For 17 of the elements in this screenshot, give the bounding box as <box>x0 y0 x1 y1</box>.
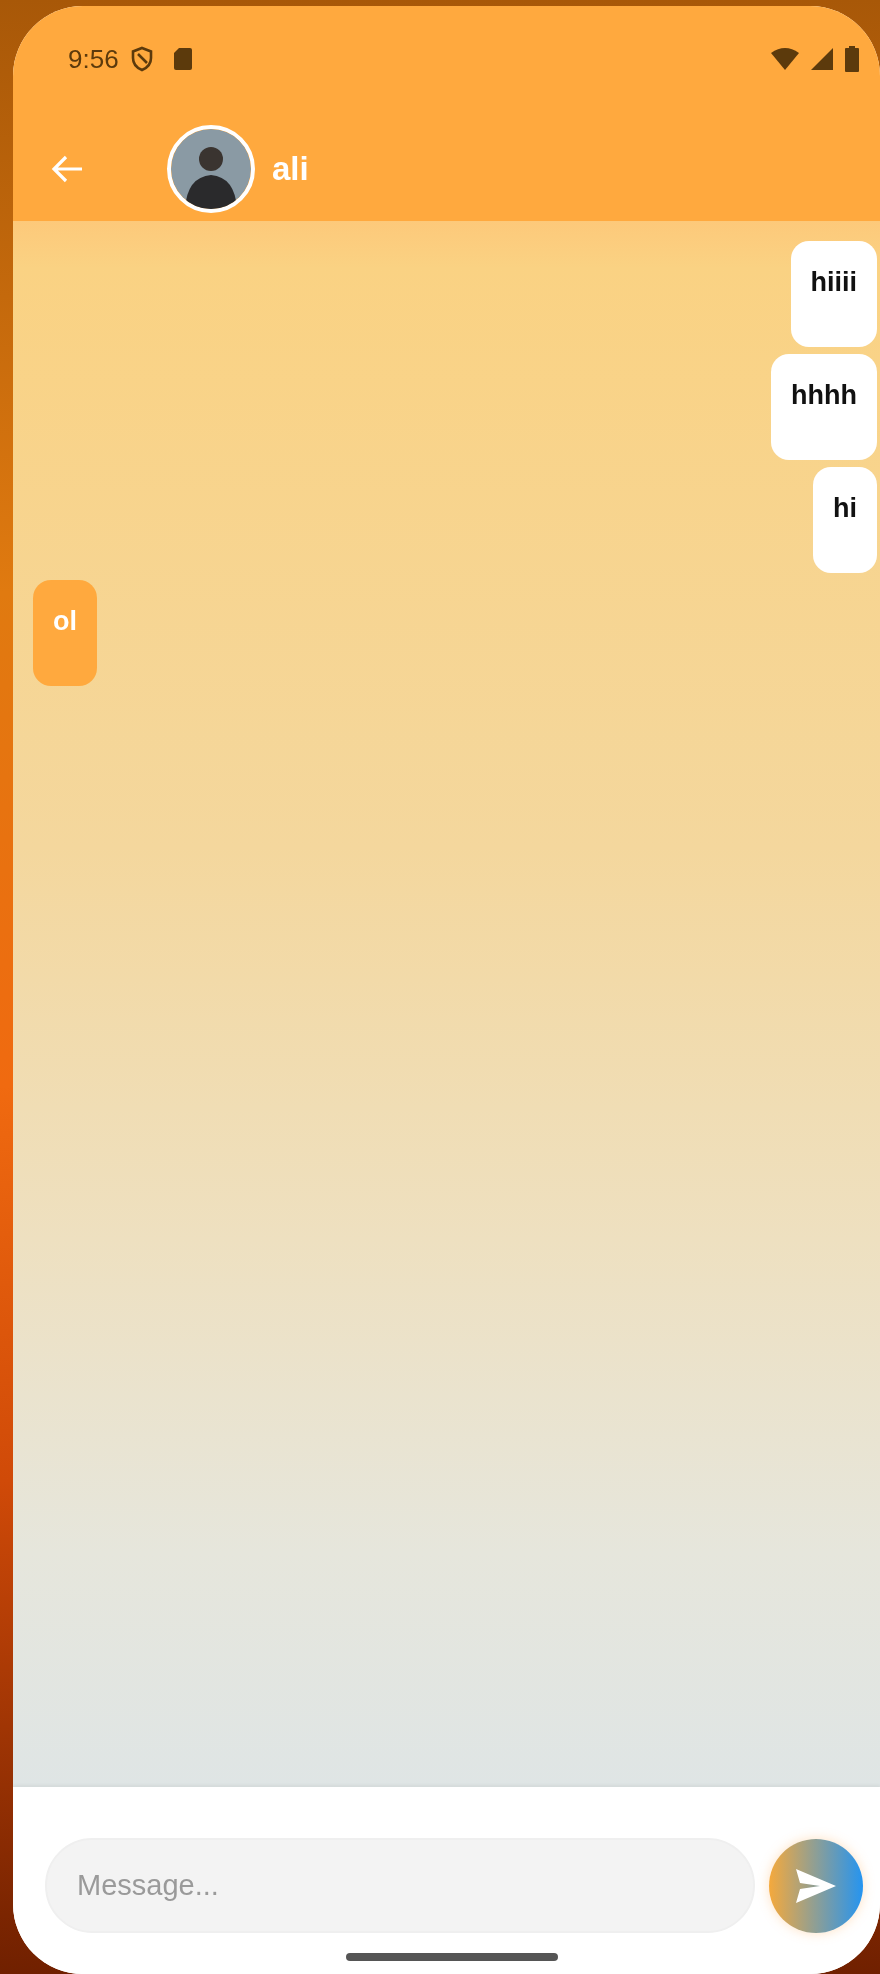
shield-icon <box>130 46 153 72</box>
contact-name: ali <box>272 150 309 188</box>
status-time: 9:56 <box>68 43 119 75</box>
message-bubble: ol <box>33 580 97 686</box>
send-button[interactable] <box>769 1838 863 1933</box>
signal-icon <box>810 47 834 71</box>
message-bubble: hhhh <box>771 354 877 460</box>
send-icon <box>794 1866 838 1905</box>
wifi-icon <box>770 47 800 71</box>
home-indicator[interactable] <box>345 1953 558 1961</box>
message-bubble: hiiii <box>790 241 877 347</box>
battery-icon <box>844 46 860 72</box>
message-input[interactable]: Message... <box>45 1838 755 1933</box>
back-button[interactable] <box>50 154 84 184</box>
sd-card-icon <box>172 47 193 71</box>
back-arrow-icon <box>50 154 84 184</box>
message-bubble: hi <box>813 467 877 573</box>
